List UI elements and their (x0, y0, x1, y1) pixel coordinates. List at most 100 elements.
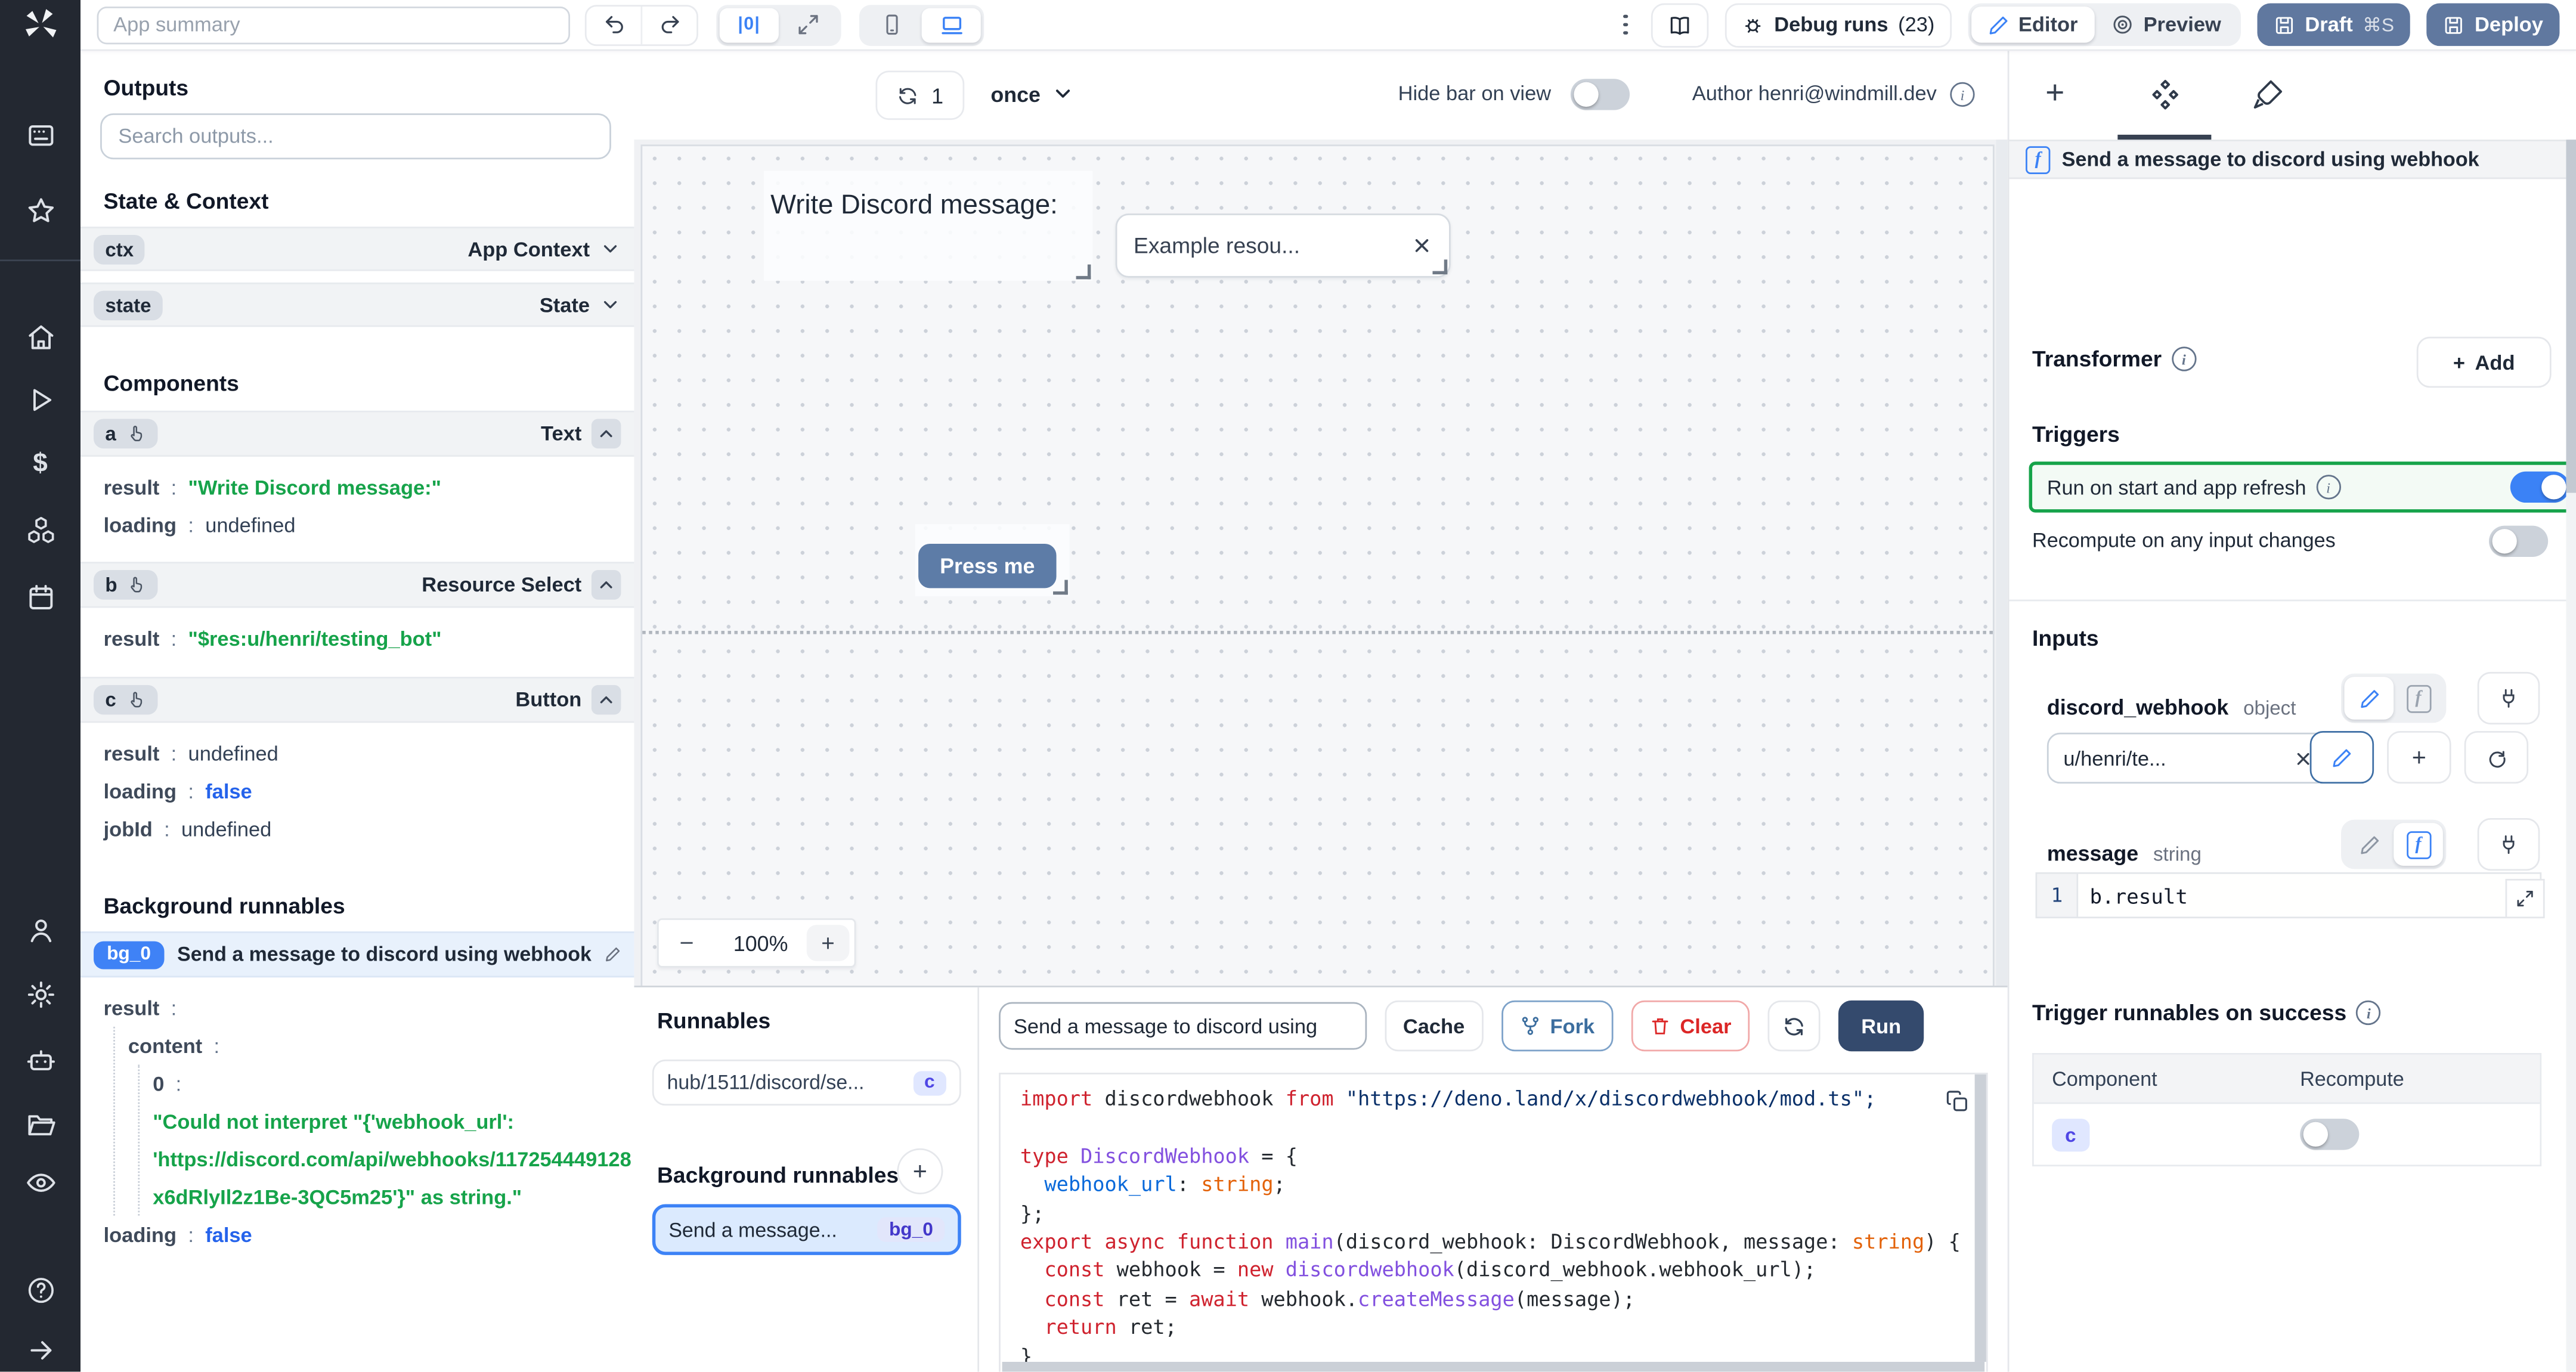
code-vertical-scrollbar[interactable] (1974, 1074, 1986, 1362)
component-c-row[interactable]: c Button (80, 677, 634, 723)
b-result-value: "$res:u/henri/testing_bot" (188, 627, 442, 650)
refresh-count-box[interactable]: 1 (875, 70, 965, 120)
debug-runs-button[interactable]: Debug runs (23) (1724, 2, 1951, 47)
users-person-icon[interactable] (24, 915, 55, 946)
add-background-runnable-button[interactable]: + (897, 1148, 943, 1194)
draft-button[interactable]: Draft ⌘S (2257, 3, 2411, 47)
search-outputs-input[interactable] (100, 113, 611, 160)
collapse-arrow-icon[interactable] (26, 1336, 55, 1365)
hub-runnable-row[interactable]: hub/1511/discord/se... c (652, 1060, 961, 1106)
bg0-runnable-row-selected[interactable]: Send a message... bg_0 (652, 1204, 961, 1255)
run-button[interactable]: Run (1838, 1000, 1924, 1052)
bg0-row[interactable]: bg_0 Send a message to discord using web… (80, 931, 634, 978)
eval-function-button[interactable]: f (2394, 823, 2443, 866)
resize-handle[interactable] (1053, 580, 1068, 595)
collapse-c-button[interactable] (591, 685, 621, 715)
transformer-info-icon[interactable]: i (2171, 346, 2196, 371)
tab-theme-brush[interactable] (2250, 77, 2285, 112)
folders-icon[interactable] (24, 1109, 57, 1142)
variables-dollar-icon[interactable]: $ (33, 450, 48, 480)
component-b-row[interactable]: b Resource Select (80, 562, 634, 608)
code-horizontal-scrollbar[interactable] (1002, 1361, 1985, 1372)
fullscreen-button[interactable] (779, 7, 838, 42)
windmill-logo-icon[interactable] (21, 7, 59, 44)
collapse-a-button[interactable] (591, 419, 621, 449)
bg0-badge: bg_0 (94, 940, 165, 969)
apps-icon[interactable] (24, 120, 55, 151)
tab-editor[interactable]: Editor (1971, 7, 2094, 43)
recompute-c-toggle[interactable] (2300, 1119, 2360, 1150)
eval-function-button[interactable]: f (2394, 677, 2443, 720)
tab-insert-plus[interactable]: + (2045, 77, 2064, 110)
workers-robot-icon[interactable] (24, 1043, 57, 1076)
panel-scrollbar[interactable] (2566, 140, 2576, 1372)
static-pencil-button[interactable] (2344, 677, 2394, 720)
tab-preview[interactable]: Preview (2094, 7, 2237, 43)
transformer-label: Transformer i (2032, 346, 2196, 371)
discord-webhook-value-input[interactable]: u/henri/te... (2046, 732, 2330, 784)
code-editor[interactable]: import discordwebhook from "https://deno… (999, 1073, 1988, 1372)
component-a-row[interactable]: a Text (80, 410, 634, 457)
expand-editor-button[interactable] (2505, 878, 2545, 919)
favorites-star-icon[interactable] (24, 196, 55, 227)
clear-button[interactable]: Clear (1630, 1000, 1750, 1052)
cache-button[interactable]: Cache (1385, 1000, 1483, 1052)
audit-eye-icon[interactable] (24, 1166, 57, 1199)
help-icon[interactable] (24, 1275, 55, 1306)
resources-cubes-icon[interactable] (24, 514, 57, 547)
trigger-success-info-icon[interactable]: i (2356, 1000, 2382, 1026)
runs-play-icon[interactable] (24, 385, 55, 416)
message-expression-editor[interactable]: 1 b.result (2035, 872, 2545, 919)
press-me-button[interactable]: Press me (918, 543, 1057, 589)
schedules-calendar-icon[interactable] (24, 581, 55, 612)
runnables-panel: Runnables hub/1511/discord/se... c Backg… (634, 986, 2008, 1372)
resize-handle[interactable] (1432, 259, 1448, 275)
canvas-grid[interactable]: Write Discord message: Example resou... … (640, 144, 1995, 986)
tab-components-diamonds[interactable] (2147, 77, 2184, 113)
resource-select-component[interactable]: Example resou... (1115, 213, 1451, 278)
edit-resource-button[interactable] (2309, 731, 2374, 784)
deploy-button[interactable]: Deploy (2427, 3, 2560, 47)
runnable-name-input[interactable] (999, 1002, 1367, 1050)
more-menu-button[interactable] (1617, 14, 1634, 35)
save-icon (2275, 16, 2293, 33)
clipboard-icon[interactable] (1945, 1089, 1970, 1114)
desktop-view-button[interactable] (921, 7, 981, 42)
recompute-toggle[interactable] (2488, 525, 2549, 556)
canvas-scrollbar[interactable] (1996, 140, 2008, 986)
connect-plug-button[interactable] (2477, 818, 2540, 871)
mobile-view-button[interactable] (862, 7, 921, 42)
hide-bar-toggle[interactable] (1570, 79, 1630, 110)
center-align-icon: |0| (738, 14, 761, 35)
paintbrush-icon (2253, 80, 2283, 109)
c-loading-value: false (205, 779, 252, 803)
home-icon[interactable] (24, 322, 55, 353)
interval-dropdown[interactable]: once (990, 70, 1075, 116)
collapse-b-button[interactable] (591, 570, 621, 600)
state-row[interactable]: state State (80, 282, 634, 327)
ctx-row[interactable]: ctx App Context (80, 227, 634, 271)
run-on-start-toggle[interactable] (2510, 471, 2569, 503)
fork-button[interactable]: Fork (1500, 1000, 1613, 1052)
author-info-icon[interactable]: i (1950, 82, 1975, 107)
edit-pencil-icon[interactable] (605, 946, 621, 963)
docs-book-button[interactable] (1651, 2, 1709, 47)
center-align-button[interactable]: |0| (719, 7, 779, 42)
clear-resource-icon[interactable] (1411, 235, 1433, 256)
zoom-in-button[interactable]: + (806, 925, 850, 961)
connect-plug-button[interactable] (2477, 671, 2540, 724)
run-on-start-info-icon[interactable]: i (2315, 475, 2341, 500)
undo-button[interactable] (587, 6, 641, 44)
reload-resource-button[interactable] (2464, 731, 2529, 784)
app-summary-input[interactable] (97, 5, 571, 44)
add-transformer-button[interactable]: + Add (2416, 336, 2552, 388)
settings-gear-icon[interactable] (24, 979, 55, 1010)
static-pencil-button[interactable] (2345, 823, 2394, 866)
redo-button[interactable] (640, 5, 696, 44)
text-component-cell[interactable]: Write Discord message: (764, 171, 1093, 281)
zoom-out-button[interactable]: − (659, 929, 715, 957)
c-result-prop: result: undefined (103, 741, 278, 765)
refresh-code-button[interactable] (1767, 1000, 1820, 1052)
resize-handle[interactable] (1076, 264, 1091, 280)
add-resource-button[interactable]: + (2387, 731, 2451, 784)
